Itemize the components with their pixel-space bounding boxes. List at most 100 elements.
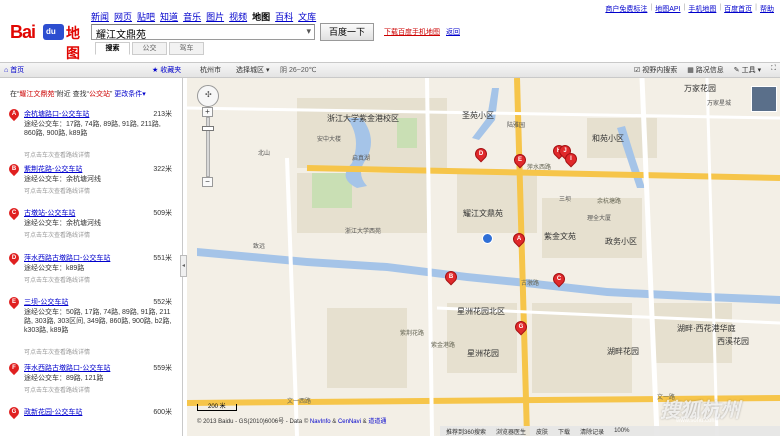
station-name[interactable]: 古墩站-公交车站 — [24, 208, 75, 218]
baidu-home-link[interactable]: 百度首页 — [724, 4, 752, 14]
download-mobile-map-link[interactable]: 下载百度手机地图 — [384, 27, 440, 37]
zoom-in-button[interactable]: + — [202, 107, 213, 117]
map-label: 星洲花园 — [467, 349, 499, 358]
map-label: 启真湖 — [352, 156, 371, 162]
pin-icon: G — [6, 404, 22, 420]
map-label: 西溪花园 — [717, 337, 749, 346]
pin-icon: E — [6, 294, 22, 310]
results-panel: 在“耀江文鼎苑”附近 查找“公交站” 更改条件▾ A 余杭塘路口-公交车站 21… — [0, 78, 183, 436]
route-hint: 可点击车次查看路线详情 — [24, 278, 91, 284]
pan-control[interactable]: ✣ — [197, 85, 219, 107]
station-name[interactable]: 余杭塘路口-公交车站 — [24, 109, 89, 119]
navinfo-link[interactable]: NavInfo — [310, 419, 331, 425]
nav-music[interactable]: 音乐 — [183, 10, 201, 23]
search-input[interactable]: 耀江文鼎苑 ▾ — [91, 24, 315, 41]
separator: | — [683, 4, 686, 11]
station-routes[interactable]: 途经公交车：89路, 121路 — [24, 374, 174, 383]
logo-ditu: 地图 — [66, 26, 80, 62]
status-zoom[interactable]: 100% — [614, 428, 629, 434]
city-name[interactable]: 杭州市 — [200, 65, 221, 75]
nav-map[interactable]: 地图 — [252, 10, 270, 23]
map-label: 湖畔花园 — [607, 347, 639, 356]
nav-web[interactable]: 网页 — [114, 10, 132, 23]
station-routes[interactable]: 途经公交车：k89路 — [24, 264, 174, 273]
river — [197, 248, 780, 304]
map-label: 星洲花园北区 — [457, 307, 505, 316]
search-input-value: 耀江文鼎苑 — [96, 30, 146, 41]
search-mode-tabs: 搜索 公交 驾车 — [95, 42, 204, 55]
wrench-icon: ✎ — [733, 67, 740, 74]
weather-info: 阴 26~20℃ — [280, 67, 317, 74]
nav-images[interactable]: 图片 — [206, 10, 224, 23]
status-skin[interactable]: 皮肤 — [536, 427, 548, 436]
search-in-view-button[interactable]: ☑ 视野内搜索 — [634, 65, 677, 75]
station-routes[interactable]: 途经公交车：50路, 17路, 74路, 89路, 91路, 211路, 303… — [24, 308, 174, 335]
station-name[interactable]: 萍水西路古墩路口-公交车站 — [24, 253, 110, 263]
map-canvas[interactable]: 浙江大学紫金港校区 安中大楼 启真湖 圣苑小区 陆雅园 和苑小区 万家花园 万家… — [187, 78, 780, 436]
help-link[interactable]: 帮助 — [760, 4, 774, 14]
status-download[interactable]: 下载 — [558, 427, 570, 436]
nav-news[interactable]: 新闻 — [91, 10, 109, 23]
road-label: 萍水西路 — [527, 165, 552, 171]
separator: | — [719, 4, 722, 11]
tools-button[interactable]: ✎ 工具 ▾ — [734, 65, 761, 75]
station-distance: 213米 — [153, 111, 172, 118]
map-api-link[interactable]: 地图API — [655, 4, 680, 14]
map-label: 政务小区 — [605, 237, 637, 246]
tab-drive[interactable]: 驾车 — [169, 42, 204, 55]
area-select[interactable]: 选择城区 ▾ — [236, 65, 269, 75]
map-label: 圣苑小区 — [462, 111, 494, 120]
daodaotong-link[interactable]: 道道通 — [368, 419, 386, 425]
merchant-label-link[interactable]: 商户免费标注 — [605, 4, 647, 14]
station-name[interactable]: 紫荆花路-公交车站 — [24, 164, 82, 174]
mobile-map-link[interactable]: 手机地图 — [688, 4, 716, 14]
dropdown-arrow-icon[interactable]: ▾ — [306, 26, 311, 37]
status-recommend[interactable]: 推荐到360搜索 — [446, 427, 486, 436]
change-condition-link[interactable]: 更改条件▾ — [114, 91, 146, 98]
home-link[interactable]: ⌂ 首页 — [4, 65, 24, 75]
station-routes[interactable]: 途经公交车：余杭塘河线 — [24, 219, 174, 228]
tab-bus[interactable]: 公交 — [132, 42, 167, 55]
nav-video[interactable]: 视频 — [229, 10, 247, 23]
baidu-map-logo[interactable]: Bai du 地图 — [10, 22, 88, 62]
map-label: 耀江文鼎苑 — [463, 209, 503, 218]
station-name[interactable]: 政新花园-公交车站 — [24, 407, 82, 417]
cennavi-link[interactable]: CenNavi — [338, 419, 361, 425]
traffic-info-button[interactable]: ▦ 路况信息 — [687, 65, 724, 75]
map-label: 陆雅园 — [507, 123, 526, 129]
map-tools: ☑ 视野内搜索 ▦ 路况信息 ✎ 工具 ▾ ⛶ — [634, 65, 776, 75]
return-link[interactable]: 返回 — [446, 27, 460, 37]
status-clear[interactable]: 清除记录 — [580, 427, 604, 436]
overview-map-toggle[interactable] — [751, 86, 777, 112]
map-label: 万家花园 — [684, 84, 716, 93]
station-name[interactable]: 三坝-公交车站 — [24, 297, 68, 307]
nav-tieba[interactable]: 贴吧 — [137, 10, 155, 23]
nav-zhidao[interactable]: 知道 — [160, 10, 178, 23]
pin-icon: A — [6, 106, 22, 122]
results-header: 在“耀江文鼎苑”附近 查找“公交站” 更改条件▾ — [10, 91, 146, 98]
station-routes[interactable]: 途经公交车：余杭塘河线 — [24, 175, 174, 184]
station-name[interactable]: 萍水西路古墩路口-公交车站 — [24, 363, 110, 373]
separator: | — [650, 4, 653, 11]
station-distance: 559米 — [153, 365, 172, 372]
nav-wenku[interactable]: 文库 — [298, 10, 316, 23]
road — [705, 78, 719, 436]
arrow-icon: ✣ — [205, 90, 212, 99]
nav-baike[interactable]: 百科 — [275, 10, 293, 23]
search-button[interactable]: 百度一下 — [320, 23, 374, 41]
fullscreen-button[interactable]: ⛶ — [771, 65, 776, 75]
station-routes[interactable]: 途经公交车：17路, 74路, 89路, 91路, 211路, 860路, 90… — [24, 120, 174, 138]
favorites-link[interactable]: ★ 收藏夹 — [152, 65, 181, 75]
tab-search[interactable]: 搜索 — [95, 42, 130, 55]
collapse-panel-button[interactable]: ◂ — [180, 255, 187, 277]
pin-icon: C — [6, 205, 22, 221]
road-label: 余杭塘路 — [597, 199, 622, 205]
location-pin-icon[interactable] — [482, 233, 493, 244]
map-label: 紫金文苑 — [544, 232, 576, 241]
status-doctor[interactable]: 浏览器医生 — [496, 427, 526, 436]
top-links: 商户免费标注 | 地图API | 手机地图 | 百度首页 | 帮助 — [605, 4, 774, 14]
zoom-out-button[interactable]: − — [202, 177, 213, 187]
zoom-slider-handle[interactable] — [202, 126, 214, 131]
road-label: 紫金港路 — [431, 343, 456, 349]
route-hint: 可点击车次查看路线详情 — [24, 350, 91, 356]
